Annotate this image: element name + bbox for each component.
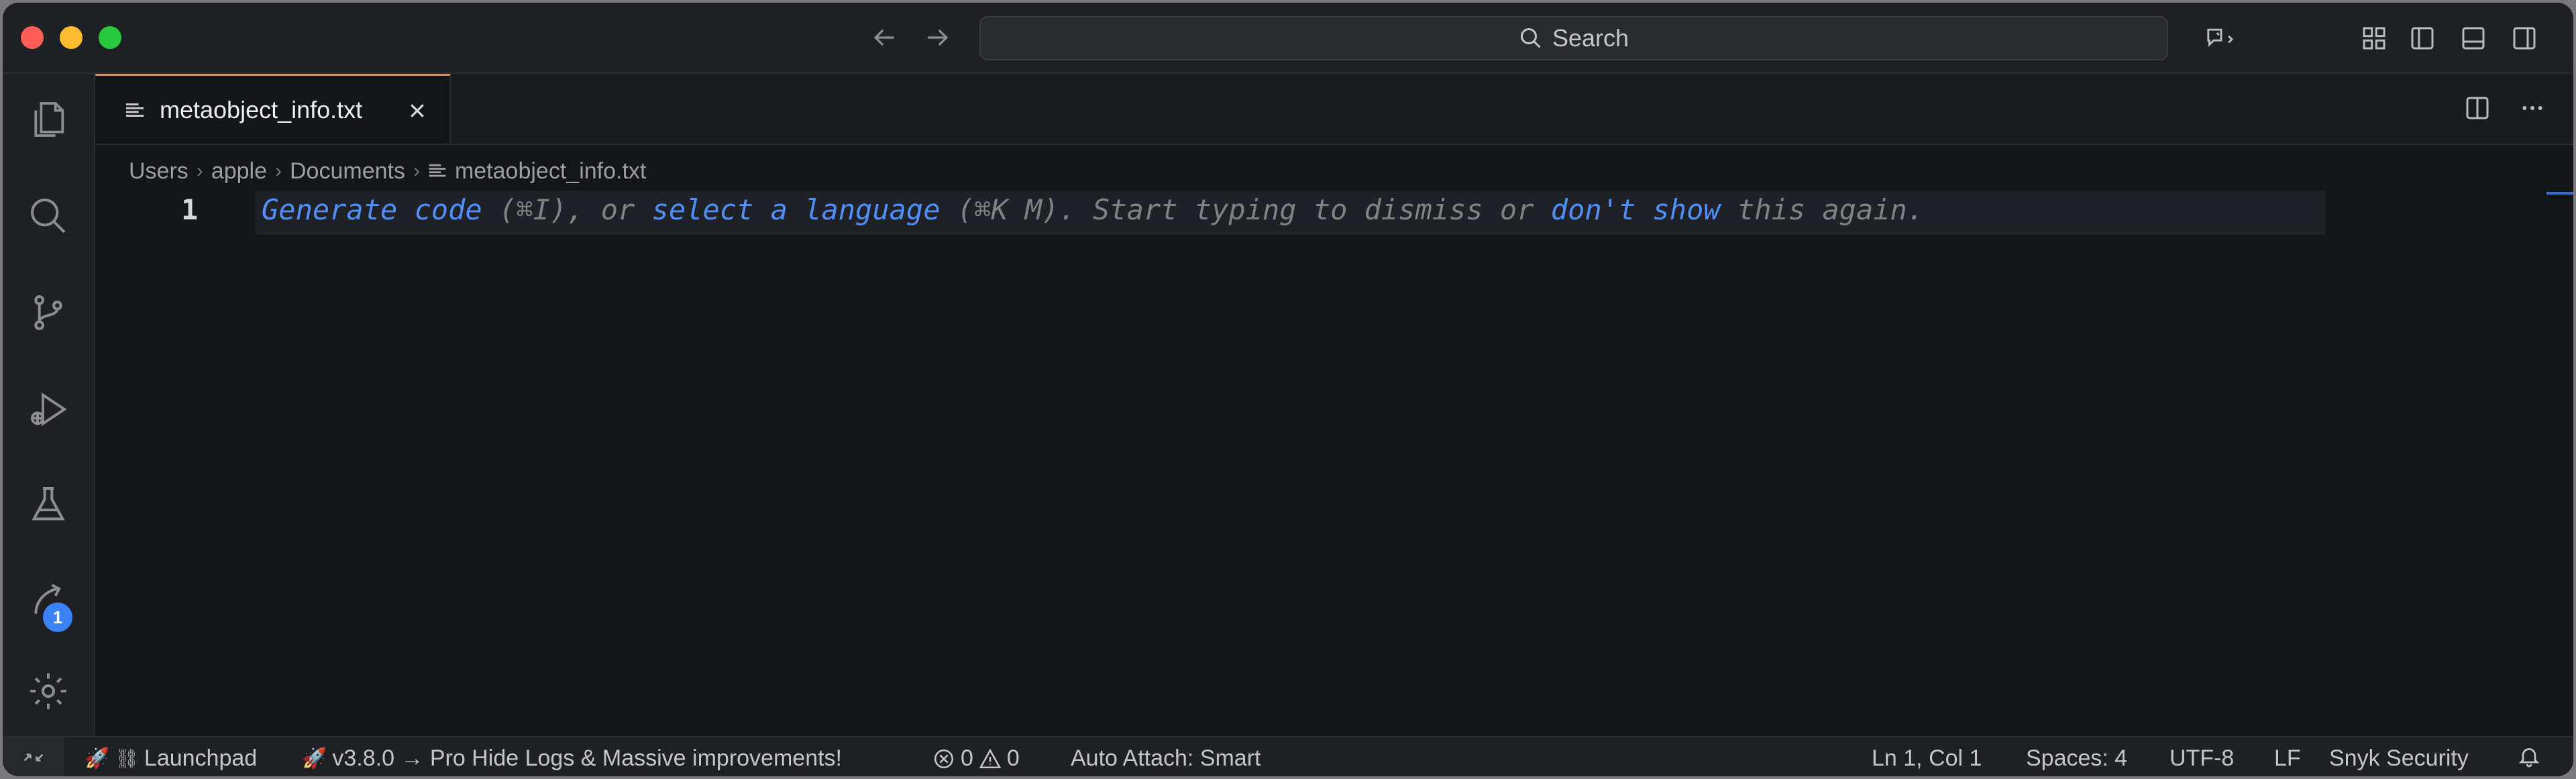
hint-text: (⌘I), or — [482, 193, 652, 226]
customize-layout-icon[interactable] — [2356, 20, 2392, 56]
error-count: 0 — [961, 745, 973, 771]
version-message: v3.8.0 → Pro Hide Logs & Massive improve… — [332, 745, 842, 771]
launchpad-status-item[interactable]: 🚀 ⛓ Launchpad — [85, 745, 257, 772]
breadcrumb: Users › apple › Documents › metaobject_i… — [129, 154, 646, 188]
rocket-icon: 🚀 — [302, 747, 327, 770]
vscode-window: Search 1 metaobject_info.txt Users › app… — [3, 3, 2573, 776]
search-label: Search — [1552, 24, 1629, 52]
copilot-menu-icon[interactable] — [2191, 20, 2251, 56]
settings-gear-icon[interactable] — [25, 668, 71, 714]
toggle-secondary-sidebar-icon[interactable] — [2506, 20, 2542, 56]
minimize-window-button[interactable] — [60, 26, 83, 49]
search-view-icon[interactable] — [25, 193, 71, 239]
overview-ruler-marker — [2546, 192, 2573, 195]
hint-text: (⌘K M). Start typing to dismiss or — [940, 193, 1551, 226]
text-file-icon — [125, 103, 144, 117]
chevron-right-icon: › — [413, 160, 420, 182]
run-and-debug-icon[interactable] — [25, 386, 71, 432]
encoding-status-item[interactable]: UTF-8 — [2169, 745, 2234, 772]
remote-indicator-icon[interactable] — [3, 737, 64, 776]
zoom-window-button[interactable] — [99, 26, 121, 49]
title-bar: Search — [3, 3, 2573, 74]
status-bar: 🚀 ⛓ Launchpad 🚀 v3.8.0 → Pro Hide Logs &… — [3, 736, 2573, 776]
snyk-status-item[interactable]: Snyk Security — [2329, 745, 2469, 772]
editor-area[interactable]: Users › apple › Documents › metaobject_i… — [95, 145, 2573, 736]
line-number: 1 — [181, 193, 199, 226]
version-status-item[interactable]: 🚀 v3.8.0 → Pro Hide Logs & Massive impro… — [302, 745, 842, 772]
explorer-icon[interactable] — [25, 97, 71, 142]
notifications-bell-icon[interactable] — [2517, 744, 2541, 768]
dont-show-link[interactable]: don't show — [1551, 193, 1721, 226]
command-center-search[interactable]: Search — [979, 16, 2168, 60]
error-icon — [934, 749, 954, 768]
breadcrumb-item[interactable]: Documents — [290, 158, 405, 185]
search-icon — [1520, 28, 1541, 48]
tab-metaobject-info[interactable]: metaobject_info.txt — [95, 74, 451, 144]
breadcrumb-item[interactable]: metaobject_info.txt — [455, 158, 646, 185]
link-icon: ⛓ — [115, 748, 139, 769]
toggle-panel-icon[interactable] — [2455, 20, 2491, 56]
more-actions-icon[interactable] — [2514, 90, 2551, 126]
hint-text: this again. — [1720, 193, 1925, 226]
select-language-link[interactable]: select a language — [652, 193, 941, 226]
split-editor-icon[interactable] — [2459, 90, 2496, 126]
empty-editor-hint: Generate code (⌘I), or select a language… — [262, 193, 1924, 226]
tab-label: metaobject_info.txt — [160, 96, 363, 123]
cursor-position-status-item[interactable]: Ln 1, Col 1 — [1872, 745, 1982, 772]
notification-count-badge: 1 — [43, 603, 72, 632]
generate-code-link[interactable]: Generate code — [262, 193, 482, 226]
breadcrumb-item[interactable]: Users — [129, 158, 189, 185]
back-arrow-icon[interactable] — [865, 19, 903, 56]
chevron-right-icon: › — [275, 160, 282, 182]
auto-attach-status-item[interactable]: Auto Attach: Smart — [1071, 745, 1260, 772]
testing-flask-icon[interactable] — [25, 482, 71, 527]
text-file-icon — [429, 164, 446, 177]
close-window-button[interactable] — [21, 26, 44, 49]
launchpad-label: Launchpad — [144, 745, 258, 771]
editor-tab-bar: metaobject_info.txt — [95, 74, 2573, 145]
toggle-primary-sidebar-icon[interactable] — [2404, 20, 2440, 56]
source-control-icon[interactable] — [25, 290, 71, 335]
forward-arrow-icon[interactable] — [919, 19, 957, 56]
eol-status-item[interactable]: LF — [2274, 745, 2301, 772]
breadcrumb-item[interactable]: apple — [211, 158, 267, 185]
problems-status-item[interactable]: 0 0 — [932, 745, 1020, 772]
chevron-right-icon: › — [196, 160, 203, 182]
tab-close-icon[interactable] — [404, 97, 431, 124]
indentation-status-item[interactable]: Spaces: 4 — [2026, 745, 2127, 772]
rocket-icon: 🚀 — [85, 747, 110, 770]
warning-icon — [979, 748, 1002, 768]
activity-bar: 1 — [3, 74, 95, 736]
warning-count: 0 — [1006, 745, 1020, 771]
